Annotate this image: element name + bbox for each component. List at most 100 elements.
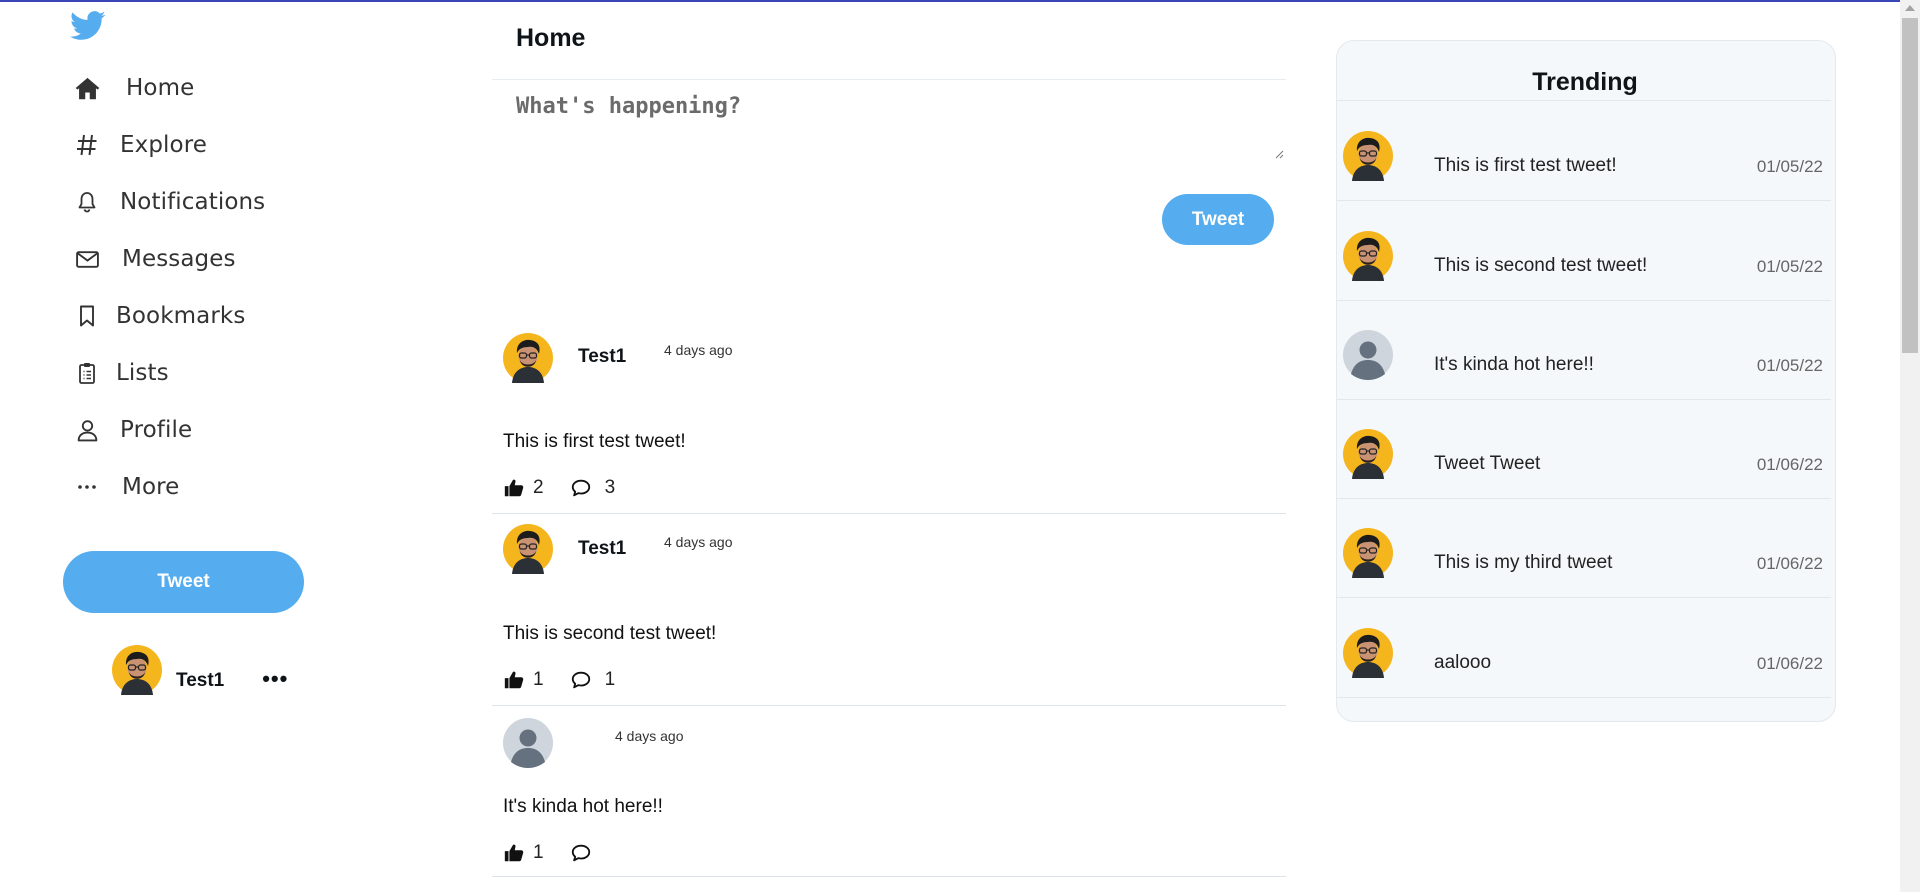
nav-home[interactable]: Home <box>72 68 194 108</box>
tweet-actions: 1 <box>503 842 605 864</box>
trending-item[interactable]: It's kinda hot here!! 01/05/22 <box>1337 300 1831 400</box>
trending-title: Trending <box>1532 68 1638 96</box>
divider <box>492 79 1286 80</box>
tweet-actions: 1 1 <box>503 669 615 691</box>
nav-notifications[interactable]: Notifications <box>72 182 265 222</box>
trending-date: 01/05/22 <box>1756 257 1823 276</box>
home-icon <box>72 73 102 103</box>
current-user[interactable]: Test1 ••• <box>112 645 288 695</box>
avatar <box>1343 330 1393 380</box>
avatar <box>1343 131 1393 181</box>
like-button[interactable]: 2 <box>503 477 544 499</box>
user-icon <box>72 415 102 445</box>
like-button[interactable]: 1 <box>503 669 544 691</box>
trending-text: This is my third tweet <box>1434 552 1613 573</box>
nav-notifications-label: Notifications <box>120 189 266 215</box>
compose-tweet-button[interactable]: Tweet <box>1162 194 1274 245</box>
comment-icon <box>570 669 592 691</box>
nav-profile-label: Profile <box>120 417 193 443</box>
nav-bookmarks[interactable]: Bookmarks <box>72 296 245 336</box>
comment-button[interactable]: 1 <box>570 669 616 691</box>
hashtag-icon <box>72 130 102 160</box>
avatar[interactable] <box>503 718 553 768</box>
trending-item[interactable]: This is first test tweet! 01/05/22 <box>1337 101 1831 201</box>
nav-explore[interactable]: Explore <box>72 125 207 165</box>
sidebar-tweet-button[interactable]: Tweet <box>63 551 304 613</box>
tweet-author[interactable]: Test1 <box>578 538 626 560</box>
comment-count: 1 <box>604 669 616 690</box>
compose-tweet-input[interactable] <box>492 82 1286 158</box>
trending-item[interactable]: Tweet Tweet 01/06/22 <box>1337 399 1831 499</box>
nav-profile[interactable]: Profile <box>72 410 192 450</box>
avatar <box>1343 429 1393 479</box>
trending-text: aalooo <box>1434 652 1492 673</box>
user-menu-button[interactable]: ••• <box>262 666 288 692</box>
like-count: 1 <box>533 842 544 863</box>
nav-messages-label: Messages <box>122 246 236 272</box>
tweet-time: 4 days ago <box>664 342 733 358</box>
nav-messages[interactable]: Messages <box>72 239 236 279</box>
bookmark-icon <box>72 301 102 331</box>
avatar[interactable] <box>503 333 553 383</box>
thumbs-up-icon <box>503 842 525 864</box>
tweet-author[interactable]: Test1 <box>578 346 626 368</box>
trending-text: This is first test tweet! <box>1434 155 1617 176</box>
trending-panel: Trending This is first test tweet! 01/05… <box>1336 40 1836 722</box>
nav-lists-label: Lists <box>116 360 169 386</box>
page-title: Home <box>516 24 586 52</box>
comment-icon <box>570 477 592 499</box>
avatar <box>112 645 162 695</box>
comment-icon <box>570 842 592 864</box>
comment-button[interactable]: 3 <box>570 477 616 499</box>
left-sidebar: Home Explore Notifications Messages Book… <box>0 0 420 892</box>
trending-date: 01/05/22 <box>1756 157 1823 176</box>
page-scrollbar[interactable] <box>1900 0 1920 892</box>
nav-more[interactable]: More <box>72 467 179 507</box>
comment-button[interactable] <box>570 842 605 864</box>
thumbs-up-icon <box>503 669 525 691</box>
resize-grip-icon[interactable] <box>1274 146 1284 159</box>
like-button[interactable]: 1 <box>503 842 544 864</box>
list-clipboard-icon <box>72 358 102 388</box>
tweet-actions: 2 3 <box>503 477 615 499</box>
trending-date: 01/06/22 <box>1756 654 1823 673</box>
thumbs-up-icon <box>503 477 525 499</box>
trending-date: 01/05/22 <box>1756 356 1823 375</box>
nav-lists[interactable]: Lists <box>72 353 169 393</box>
avatar <box>1343 528 1393 578</box>
nav-more-label: More <box>122 474 180 500</box>
avatar <box>1343 231 1393 281</box>
tweet-card: Test1 4 days ago This is first test twee… <box>492 318 1286 514</box>
nav-bookmarks-label: Bookmarks <box>116 303 246 329</box>
main-feed: Home Tweet Test1 4 days ago This is firs… <box>492 0 1286 892</box>
trending-text: It's kinda hot here!! <box>1434 354 1594 375</box>
nav-home-label: Home <box>126 75 195 101</box>
tweet-text: It's kinda hot here!! <box>503 796 663 817</box>
like-count: 1 <box>533 669 544 690</box>
trending-text: Tweet Tweet <box>1434 453 1541 474</box>
trending-date: 01/06/22 <box>1756 455 1823 474</box>
tweet-card: Test1 4 days ago This is second test twe… <box>492 514 1286 706</box>
twitter-bird-icon[interactable] <box>70 11 106 41</box>
trending-item[interactable]: aalooo 01/06/22 <box>1337 598 1831 698</box>
scroll-up-arrow-icon[interactable] <box>1905 5 1915 11</box>
trending-text: This is second test tweet! <box>1434 255 1648 276</box>
bell-icon <box>72 187 102 217</box>
tweet-text: This is second test tweet! <box>503 623 717 644</box>
tweet-card: 4 days ago It's kinda hot here!! 1 <box>492 706 1286 877</box>
envelope-icon <box>72 244 102 274</box>
nav-explore-label: Explore <box>120 132 208 158</box>
more-dots-icon <box>72 472 102 502</box>
trending-item[interactable]: This is my third tweet 01/06/22 <box>1337 498 1831 598</box>
tweet-time: 4 days ago <box>615 728 684 744</box>
current-user-name: Test1 <box>176 670 225 691</box>
tweet-list: Test1 4 days ago This is first test twee… <box>492 318 1286 877</box>
trending-item[interactable]: This is second test tweet! 01/05/22 <box>1337 201 1831 301</box>
scrollbar-thumb[interactable] <box>1902 18 1918 353</box>
avatar <box>1343 628 1393 678</box>
tweet-time: 4 days ago <box>664 534 733 550</box>
comment-count: 3 <box>604 477 616 498</box>
like-count: 2 <box>533 477 544 498</box>
tweet-text: This is first test tweet! <box>503 431 686 452</box>
avatar[interactable] <box>503 524 553 574</box>
